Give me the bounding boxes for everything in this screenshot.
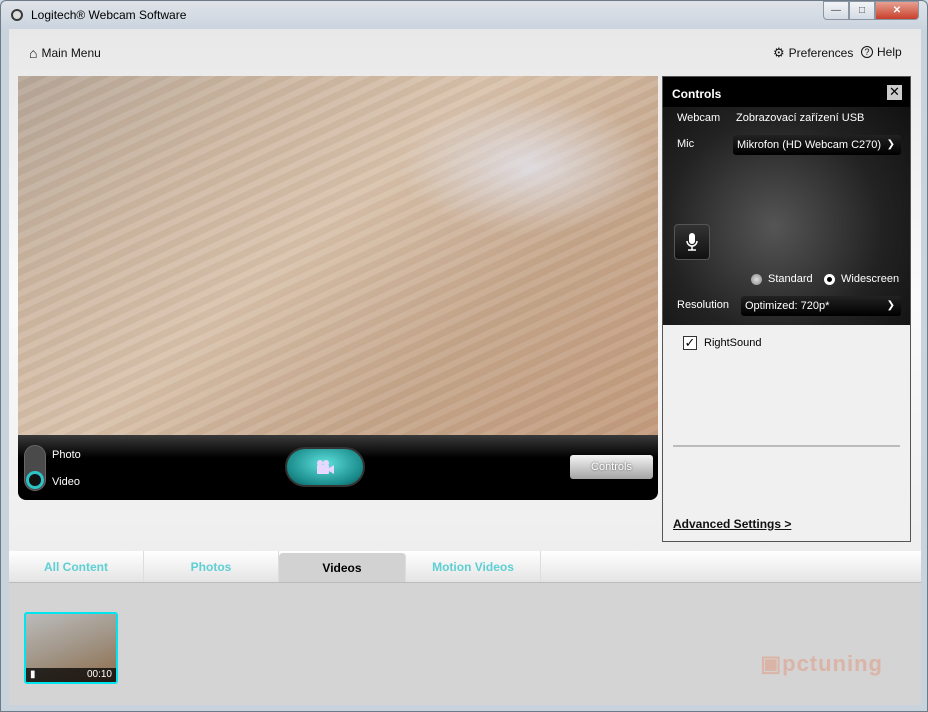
- main-menu-label: Main Menu: [41, 46, 101, 60]
- controls-panel-header: Controls: [663, 77, 910, 107]
- radio-selected-icon: [824, 273, 835, 285]
- app-window: Logitech® Webcam Software — □ ✕ ⌂ Main M…: [0, 0, 928, 712]
- aspect-widescreen-radio[interactable]: Widescreen: [824, 273, 899, 285]
- help-icon: ?: [861, 46, 873, 58]
- gallery: ▮ 00:10 ▣pctuning: [9, 583, 921, 705]
- video-camera-icon: [317, 460, 334, 474]
- microphone-icon: [686, 233, 698, 251]
- tab-photos[interactable]: Photos: [144, 551, 279, 582]
- webcam-app-icon: [11, 9, 23, 21]
- close-panel-icon[interactable]: ✕: [887, 85, 902, 100]
- resolution-select[interactable]: Optimized: 720p* ❯: [741, 296, 901, 316]
- mic-mute-button[interactable]: [674, 224, 710, 260]
- controls-panel: Controls ✕ Webcam Zobrazovací zařízení U…: [662, 76, 911, 542]
- mic-select-value: Mikrofon (HD Webcam C270): [737, 139, 882, 151]
- controls-dark-section: Webcam Zobrazovací zařízení USB Mic Mikr…: [663, 107, 910, 325]
- video-thumbnail[interactable]: ▮ 00:10: [24, 612, 118, 684]
- resolution-select-value: Optimized: 720p*: [745, 300, 830, 312]
- close-button[interactable]: ✕: [875, 1, 919, 20]
- pctuning-watermark-logo: ▣pctuning: [760, 651, 883, 676]
- tab-videos[interactable]: Videos: [279, 553, 406, 582]
- client-area: ⌂ Main Menu ⚙ Preferences ? Help Photo V…: [9, 29, 921, 705]
- tab-all-content[interactable]: All Content: [9, 551, 144, 582]
- capture-bar: Photo Video Controls: [18, 435, 658, 500]
- tab-motion-videos[interactable]: Motion Videos: [406, 551, 541, 582]
- maximize-button[interactable]: □: [849, 1, 875, 20]
- record-button[interactable]: [285, 447, 365, 487]
- chevron-down-icon: ❯: [886, 300, 895, 311]
- resolution-label: Resolution: [677, 299, 729, 311]
- divider: [673, 445, 900, 447]
- title-bar: Logitech® Webcam Software — □ ✕: [1, 1, 927, 29]
- video-mode-label[interactable]: Video: [52, 476, 80, 488]
- radio-unselected-icon: [751, 273, 762, 285]
- gear-icon: ⚙: [773, 45, 785, 60]
- controls-light-section: ✓ RightSound Advanced Settings >: [663, 325, 910, 541]
- help-label: Help: [877, 45, 902, 59]
- video-duration: 00:10: [86, 669, 112, 680]
- toggle-knob: [26, 471, 44, 489]
- help-link[interactable]: ? Help: [861, 45, 902, 59]
- main-menu-link[interactable]: ⌂ Main Menu: [29, 45, 101, 61]
- mic-select[interactable]: Mikrofon (HD Webcam C270) ❯: [733, 135, 901, 155]
- minimize-button[interactable]: —: [823, 1, 849, 20]
- mic-label: Mic: [677, 138, 695, 150]
- advanced-settings-link[interactable]: Advanced Settings >: [673, 517, 791, 531]
- webcam-label: Webcam: [677, 112, 721, 124]
- webcam-value: Zobrazovací zařízení USB: [736, 112, 865, 124]
- preferences-link[interactable]: ⚙ Preferences: [773, 45, 853, 61]
- webcam-preview: [18, 76, 658, 435]
- rightsound-label: RightSound: [704, 337, 762, 349]
- widescreen-label: Widescreen: [841, 273, 900, 285]
- chevron-down-icon: ❯: [886, 139, 895, 150]
- photo-mode-label[interactable]: Photo: [52, 449, 81, 461]
- home-icon: ⌂: [29, 45, 38, 61]
- rightsound-checkbox[interactable]: ✓: [683, 336, 697, 350]
- video-icon: ▮: [30, 669, 36, 680]
- thumbnail-info-bar: ▮ 00:10: [26, 668, 116, 682]
- content-tabs: All Content Photos Videos Motion Videos: [9, 551, 921, 583]
- controls-button[interactable]: Controls: [570, 455, 653, 479]
- aspect-standard-radio[interactable]: Standard: [751, 273, 813, 285]
- photo-video-toggle[interactable]: [24, 445, 46, 491]
- preferences-label: Preferences: [788, 46, 854, 60]
- standard-label: Standard: [768, 273, 813, 285]
- window-title: Logitech® Webcam Software: [31, 8, 187, 22]
- controls-panel-title: Controls: [672, 87, 722, 101]
